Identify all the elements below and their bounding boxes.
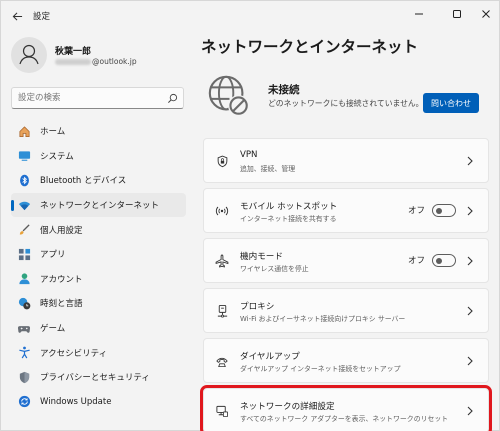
sidebar-item-label: システム xyxy=(40,151,74,162)
card-title: VPN xyxy=(240,150,258,160)
hotspot-toggle[interactable] xyxy=(432,204,456,217)
apps-icon xyxy=(17,247,31,261)
globe-disconnected-icon xyxy=(208,75,250,117)
settings-window: 設定 秋葉一郎 @outlook.jp 設定の検索 ホーム システム Bluet… xyxy=(0,0,500,431)
sidebar-item-label: プライバシーとセキュリティ xyxy=(40,373,150,384)
status-description: どのネットワークにも接続されていません。 xyxy=(268,99,424,108)
sidebar-item-windows-update[interactable]: Windows Update xyxy=(11,390,186,415)
network-adapter-icon xyxy=(215,404,229,418)
sidebar-item-time-language[interactable]: 時刻と言語 xyxy=(11,291,186,316)
card-subtitle: インターネット接続を共有する xyxy=(240,215,337,223)
page-title: ネットワークとインターネット xyxy=(201,38,419,56)
accessibility-icon xyxy=(17,346,31,360)
search-icon xyxy=(168,93,178,103)
sidebar-item-label: アカウント xyxy=(40,274,83,285)
time-language-icon xyxy=(17,296,31,310)
search-input[interactable] xyxy=(18,91,163,105)
card-title: ダイヤルアップ xyxy=(240,352,300,362)
settings-search[interactable] xyxy=(11,87,184,109)
chevron-right-icon xyxy=(467,306,473,316)
sidebar-item-privacy[interactable]: プライバシーとセキュリティ xyxy=(11,365,186,390)
sidebar-item-label: 時刻と言語 xyxy=(40,299,83,310)
sidebar-item-accessibility[interactable]: アクセシビリティ xyxy=(11,340,186,365)
card-advanced-network-settings[interactable]: ネットワークの詳細設定 すべてのネットワーク アダプターを表示、ネットワークのリ… xyxy=(200,385,492,431)
airplane-icon xyxy=(215,254,229,268)
card-subtitle: 追加、接続、管理 xyxy=(240,165,296,173)
chevron-right-icon xyxy=(467,206,473,216)
status-title: 未接続 xyxy=(268,84,300,96)
sidebar-item-label: ネットワークとインターネット xyxy=(40,201,160,212)
redacted-email xyxy=(55,59,91,65)
sidebar-item-apps[interactable]: アプリ xyxy=(11,242,186,267)
sidebar-item-gaming[interactable]: ゲーム xyxy=(11,316,186,341)
shield-icon xyxy=(17,370,31,384)
hotspot-icon xyxy=(215,204,229,218)
account-icon xyxy=(17,272,31,286)
title-bar: 設定 xyxy=(1,1,499,31)
system-icon xyxy=(17,149,31,163)
back-button[interactable] xyxy=(7,6,27,26)
card-vpn[interactable]: VPN 追加、接続、管理 xyxy=(203,138,489,183)
sidebar-item-label: ゲーム xyxy=(40,324,66,335)
avatar xyxy=(11,37,47,73)
sidebar-item-bluetooth[interactable]: Bluetooth とデバイス xyxy=(11,168,186,193)
sidebar-item-label: 個人用設定 xyxy=(40,225,83,236)
app-title: 設定 xyxy=(33,12,51,22)
card-proxy[interactable]: プロキシ Wi-Fi およびイーサネット接続向けプロキシ サーバー xyxy=(203,288,489,333)
card-subtitle: すべてのネットワーク アダプターを表示、ネットワークのリセット xyxy=(240,415,449,423)
card-airplane-mode[interactable]: 機内モード ワイヤレス通信を停止 オフ xyxy=(203,238,489,283)
brush-icon xyxy=(17,223,31,237)
sidebar-item-label: Bluetooth とデバイス xyxy=(40,176,127,187)
gamepad-icon xyxy=(17,321,31,335)
email-suffix: @outlook.jp xyxy=(92,57,137,66)
user-name: 秋葉一郎 xyxy=(55,47,92,57)
close-icon xyxy=(482,10,490,18)
connection-status: 未接続 どのネットワークにも接続されていません。 問い合わせ xyxy=(204,71,489,131)
dialup-icon xyxy=(215,354,229,368)
card-subtitle: ダイヤルアップ インターネット接続をセットアップ xyxy=(240,365,401,373)
bluetooth-icon xyxy=(17,173,31,187)
card-title: ネットワークの詳細設定 xyxy=(240,402,335,412)
card-title: モバイル ホットスポット xyxy=(240,202,338,212)
chevron-right-icon xyxy=(467,406,473,416)
update-icon xyxy=(17,395,31,409)
sidebar-item-accounts[interactable]: アカウント xyxy=(11,267,186,292)
sidebar-item-label: ホーム xyxy=(40,127,66,138)
sidebar-item-network[interactable]: ネットワークとインターネット xyxy=(11,192,186,218)
minimize-button[interactable] xyxy=(406,3,432,25)
airplane-mode-toggle[interactable] xyxy=(432,254,456,267)
back-arrow-icon xyxy=(12,11,22,21)
home-icon xyxy=(17,124,31,138)
contact-support-button[interactable]: 問い合わせ xyxy=(423,93,479,113)
sidebar-item-personalization[interactable]: 個人用設定 xyxy=(11,217,186,242)
chevron-right-icon xyxy=(467,256,473,266)
close-button[interactable] xyxy=(473,3,499,25)
card-subtitle: Wi-Fi およびイーサネット接続向けプロキシ サーバー xyxy=(240,315,406,323)
wifi-icon xyxy=(17,198,31,212)
vpn-shield-icon xyxy=(215,154,229,168)
sidebar-item-home[interactable]: ホーム xyxy=(11,119,186,144)
sidebar-item-system[interactable]: システム xyxy=(11,144,186,169)
proxy-icon xyxy=(215,304,229,318)
card-mobile-hotspot[interactable]: モバイル ホットスポット インターネット接続を共有する オフ xyxy=(203,188,489,233)
toggle-state-label: オフ xyxy=(407,256,425,266)
sidebar-item-label: アプリ xyxy=(40,250,66,261)
card-dialup[interactable]: ダイヤルアップ ダイヤルアップ インターネット接続をセットアップ xyxy=(203,338,489,383)
card-subtitle: ワイヤレス通信を停止 xyxy=(240,265,309,273)
minimize-icon xyxy=(415,13,423,15)
maximize-icon xyxy=(453,10,461,18)
card-title: 機内モード xyxy=(240,252,283,262)
toggle-state-label: オフ xyxy=(407,206,425,216)
chevron-right-icon xyxy=(467,356,473,366)
card-title: プロキシ xyxy=(240,302,275,312)
user-email: @outlook.jp xyxy=(55,57,137,66)
sidebar-item-label: Windows Update xyxy=(40,396,112,407)
sidebar-item-label: アクセシビリティ xyxy=(40,348,108,359)
sidebar-nav: ホーム システム Bluetooth とデバイス ネットワークとインターネット … xyxy=(11,119,186,414)
user-icon xyxy=(19,44,39,65)
chevron-right-icon xyxy=(467,156,473,166)
network-settings-list: VPN 追加、接続、管理 モバイル ホットスポット インターネット接続を共有する… xyxy=(200,138,492,431)
maximize-button[interactable] xyxy=(444,3,470,25)
